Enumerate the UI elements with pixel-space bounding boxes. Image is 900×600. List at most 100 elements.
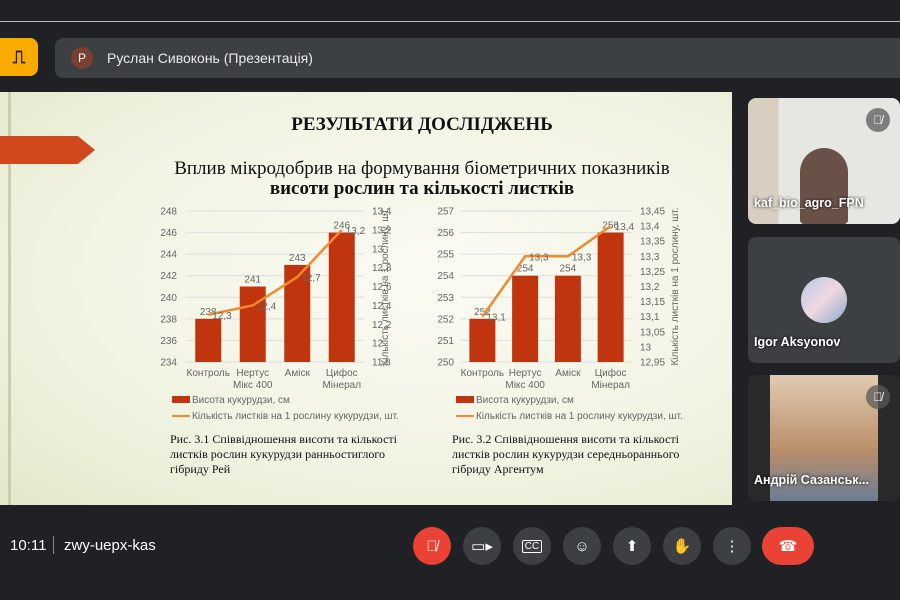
captions-button[interactable]: CC: [513, 527, 551, 565]
line-data-label: 13,2: [346, 226, 366, 237]
y-tick-label: 250: [437, 358, 454, 369]
camera-button[interactable]: ▭▸: [463, 527, 501, 565]
participant-video: [800, 148, 848, 224]
presenter-label: Руслан Сивоконь (Презентація): [107, 50, 313, 66]
line-data-label: 12,3: [212, 311, 232, 322]
y-tick-label: 251: [437, 336, 454, 347]
x-tick-label: Мінерал: [591, 380, 630, 391]
x-tick-label: Мінерал: [322, 380, 361, 391]
x-tick-label: Нертус: [509, 368, 542, 379]
emoji-icon: ☺: [574, 537, 590, 555]
y-tick-label: 253: [437, 293, 454, 304]
y2-tick-label: 13: [640, 342, 652, 353]
y2-tick-label: 13,3: [640, 252, 660, 263]
y-tick-label: 246: [160, 228, 177, 239]
line-series: [481, 225, 612, 318]
hangup-icon: ☎: [778, 538, 798, 555]
y2-tick-label: 13,35: [640, 237, 665, 248]
bar-data-label: 243: [289, 253, 306, 264]
legend-line-label: Кількість листків на 1 рослину кукурудзи…: [476, 411, 683, 422]
y-tick-label: 248: [160, 207, 177, 218]
y-tick-label: 242: [160, 271, 177, 282]
line-data-label: 13,3: [572, 252, 592, 263]
legend-bar-swatch: [172, 396, 190, 403]
participant-name: Igor Aksyonov: [754, 335, 841, 349]
y-tick-label: 252: [437, 314, 454, 325]
divider: [53, 536, 54, 554]
top-divider: [0, 21, 900, 22]
y-tick-label: 238: [160, 314, 177, 325]
x-tick-label: Контроль: [461, 368, 504, 379]
y-tick-label: 234: [160, 358, 177, 369]
chart1-caption: Рис. 3.1 Співвідношення висоти та кілько…: [170, 432, 397, 476]
mic-off-icon: 🎙̸: [866, 108, 890, 132]
y2-tick-label: 13,4: [640, 222, 660, 233]
y2-tick-label: 12,95: [640, 358, 665, 369]
bar: [239, 286, 266, 362]
present-button[interactable]: ⬆: [613, 527, 651, 565]
x-tick-label: Аміск: [285, 368, 311, 379]
presenter-bar: Р Руслан Сивоконь (Презентація): [55, 38, 900, 78]
x-tick-label: Мікс 400: [505, 380, 545, 391]
camera-icon: ▭▸: [471, 538, 493, 555]
line-data-label: 12,4: [257, 301, 277, 312]
y2-tick-label: 13,25: [640, 267, 665, 278]
x-tick-label: Аміск: [555, 368, 581, 379]
legend-bar-swatch: [456, 396, 474, 403]
meeting-code: zwy-uepx-kas: [64, 537, 156, 554]
presentation-slide: РЕЗУЛЬТАТИ ДОСЛІДЖЕНЬ Вплив мікродобрив …: [0, 92, 732, 505]
y-tick-label: 254: [437, 271, 454, 282]
line-data-label: 13,4: [615, 222, 635, 233]
bar: [597, 232, 624, 362]
leave-call-button[interactable]: ☎: [762, 527, 814, 565]
bar: [328, 232, 355, 362]
mic-off-icon: 🎙̸: [866, 385, 890, 409]
bar-data-label: 254: [560, 264, 577, 275]
x-tick-label: Контроль: [187, 368, 230, 379]
meeting-time: 10:11: [10, 537, 47, 554]
hand-icon: ✋: [672, 538, 692, 555]
y2-tick-label: 13,05: [640, 327, 665, 338]
participant-name: Андрій Сазанськ...: [754, 473, 869, 487]
x-tick-label: Цифос: [595, 367, 627, 379]
line-data-label: 13,1: [486, 313, 506, 324]
y2-tick-label: 13,45: [640, 207, 665, 218]
x-tick-label: Цифос: [326, 367, 358, 379]
more-vert-icon: ⋮: [724, 538, 740, 555]
present-icon: ⬆: [625, 538, 639, 555]
y2-axis-title: Кількість листків на 1 рослину, шт.: [670, 207, 681, 365]
meet-app-icon[interactable]: ⎍: [0, 38, 38, 76]
y2-axis-title: Кількість листків на 1 рослину, шт.: [380, 207, 391, 365]
bar: [469, 318, 496, 362]
y2-tick-label: 13,2: [640, 282, 660, 293]
raise-hand-button[interactable]: ✋: [663, 527, 701, 565]
chart2-caption: Рис. 3.2 Співвідношення висоти та кілько…: [452, 432, 680, 476]
y-tick-label: 256: [437, 228, 454, 239]
participant-tile-kaf[interactable]: 🎙̸ kaf_bio_agro_FPN: [748, 98, 900, 224]
y-tick-label: 240: [160, 293, 177, 304]
x-tick-label: Мікс 400: [233, 380, 273, 391]
emoji-button[interactable]: ☺: [563, 527, 601, 565]
participant-avatar: [801, 277, 847, 323]
microphone-off-button[interactable]: 🎙̸: [413, 527, 451, 565]
legend-bar-label: Висота кукурудзи, см: [192, 395, 290, 406]
y-tick-label: 236: [160, 336, 177, 347]
legend-bar-label: Висота кукурудзи, см: [476, 395, 574, 406]
bar: [554, 275, 581, 362]
y-tick-label: 257: [437, 207, 454, 218]
y-tick-label: 244: [160, 250, 177, 261]
y-tick-label: 255: [437, 250, 454, 261]
bar: [512, 275, 539, 362]
bar: [195, 318, 222, 362]
y2-tick-label: 13,1: [640, 312, 660, 323]
more-options-button[interactable]: ⋮: [713, 527, 751, 565]
presenter-avatar: Р: [71, 47, 93, 69]
bar-data-label: 241: [244, 275, 261, 286]
line-data-label: 12,7: [301, 273, 321, 284]
participant-tile-igor[interactable]: Igor Aksyonov: [748, 237, 900, 363]
microphone-off-icon: 🎙̸: [426, 537, 438, 555]
y2-tick-label: 13,15: [640, 297, 665, 308]
participant-tile-andrii[interactable]: 🎙̸ Андрій Сазанськ...: [748, 375, 900, 501]
participant-name: kaf_bio_agro_FPN: [754, 196, 864, 210]
legend-line-label: Кількість листків на 1 рослину кукурудзи…: [192, 411, 399, 422]
